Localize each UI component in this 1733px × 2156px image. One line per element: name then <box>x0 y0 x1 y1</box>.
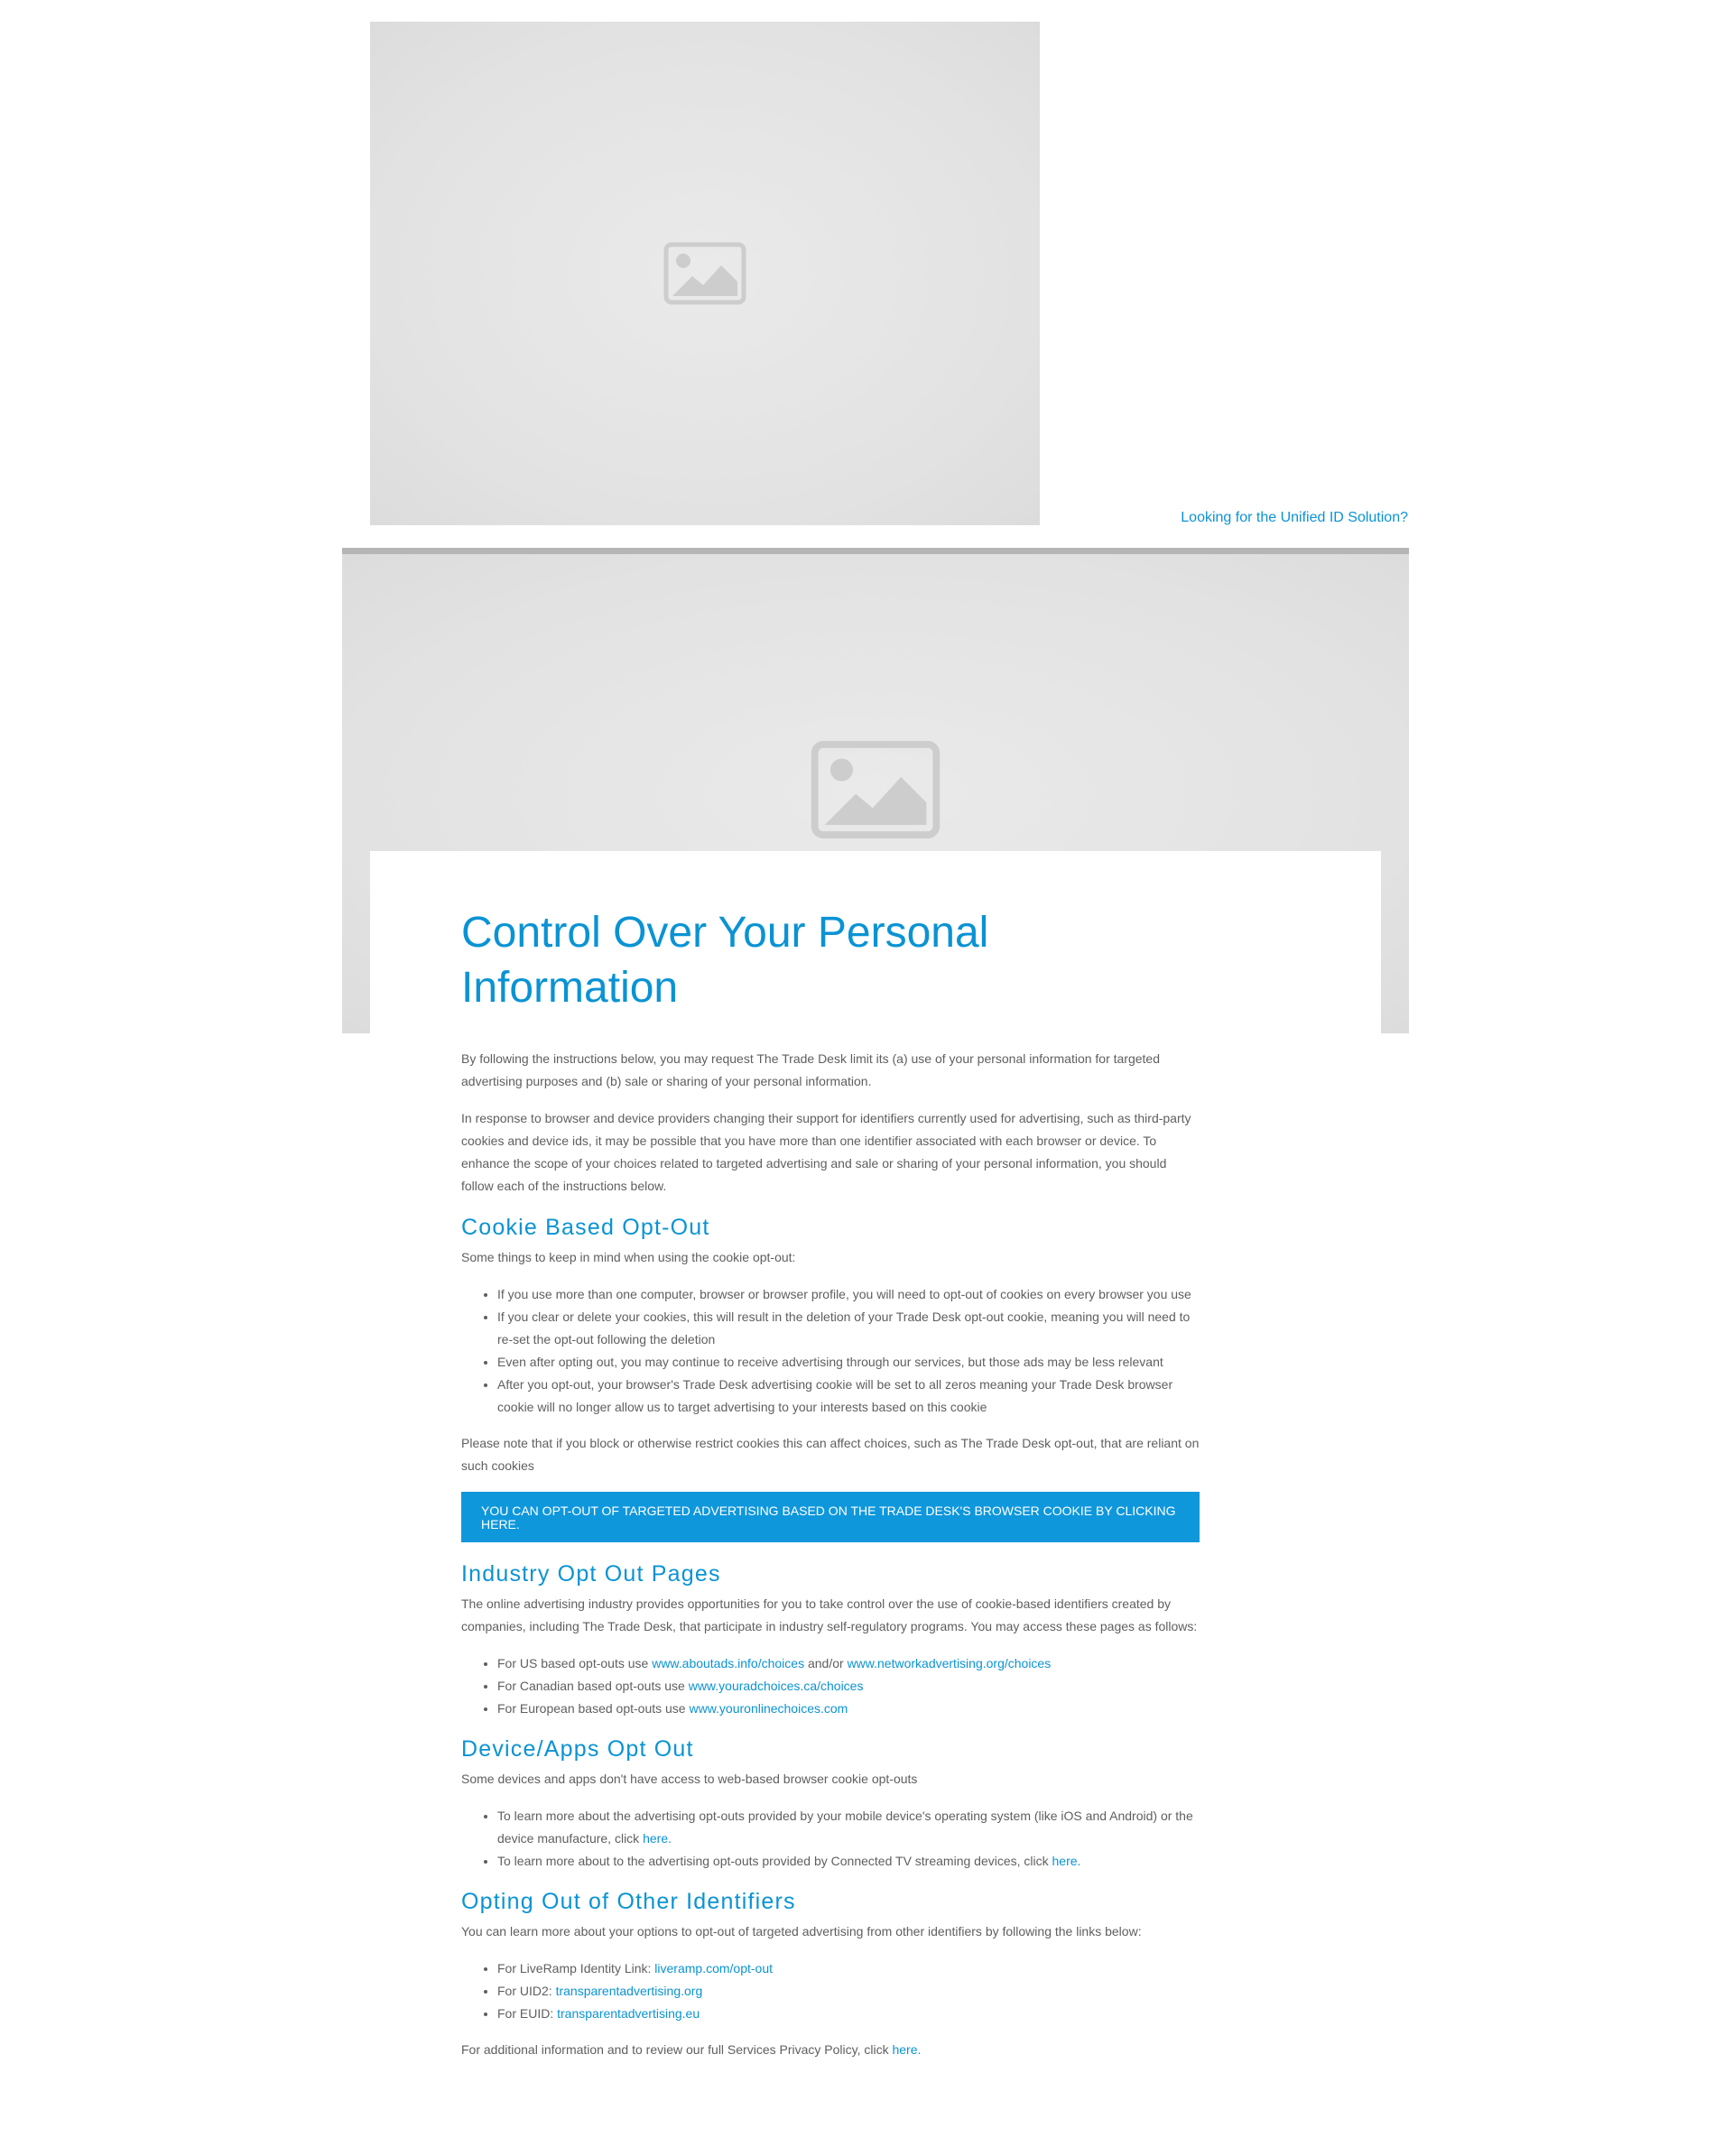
uid2-link[interactable]: transparentadvertising.org <box>556 1984 703 1998</box>
list-item-text: For European based opt-outs use <box>497 1701 690 1716</box>
device-lead: Some devices and apps don't have access … <box>461 1772 918 1786</box>
other-identifiers-list: For LiveRamp Identity Link: liveramp.com… <box>461 1957 1200 2025</box>
image-placeholder-icon <box>811 741 941 838</box>
header-image-placeholder <box>370 22 1040 525</box>
intro-paragraph-1: By following the instructions below, you… <box>461 1051 1160 1088</box>
list-item-text: To learn more about to the advertising o… <box>497 1854 1052 1868</box>
liveramp-link[interactable]: liveramp.com/opt-out <box>654 1961 773 1976</box>
list-item-text: For US based opt-outs use <box>497 1656 653 1670</box>
aboutads-link[interactable]: www.aboutads.info/choices <box>652 1656 804 1670</box>
cookie-lead: Some things to keep in mind when using t… <box>461 1250 796 1264</box>
other-identifiers-heading: Opting Out of Other Identifiers <box>461 1889 796 1914</box>
industry-opt-out-heading: Industry Opt Out Pages <box>461 1561 721 1587</box>
device-opt-out-heading: Device/Apps Opt Out <box>461 1736 694 1762</box>
cookie-opt-out-heading: Cookie Based Opt-Out <box>461 1215 710 1240</box>
cookie-list: If you use more than one computer, brows… <box>461 1283 1200 1419</box>
cookie-note: Please note that if you block or otherwi… <box>461 1436 1200 1473</box>
mobile-os-opt-out-link[interactable]: here. <box>643 1831 672 1846</box>
list-item: Even after opting out, you may continue … <box>497 1351 1200 1374</box>
unified-id-solution-link[interactable]: Looking for the Unified ID Solution? <box>1181 510 1408 526</box>
device-list: To learn more about the advertising opt-… <box>461 1805 1200 1873</box>
privacy-policy-link[interactable]: here. <box>892 2042 921 2057</box>
other-identifiers-lead: You can learn more about your options to… <box>461 1924 1142 1939</box>
page-title: Control Over Your Personal Information <box>461 909 989 1012</box>
industry-list: For US based opt-outs use www.aboutads.i… <box>461 1652 1200 1720</box>
list-item: For LiveRamp Identity Link: liveramp.com… <box>497 1957 1200 1980</box>
list-item: For Canadian based opt-outs use www.your… <box>497 1675 1200 1698</box>
hero-top-border <box>342 548 1409 554</box>
list-item: To learn more about to the advertising o… <box>497 1850 1200 1873</box>
ctv-opt-out-link[interactable]: here. <box>1052 1854 1081 1868</box>
list-item: For UID2: transparentadvertising.org <box>497 1980 1200 2003</box>
networkadvertising-link[interactable]: www.networkadvertising.org/choices <box>848 1656 1052 1670</box>
list-item-text: For LiveRamp Identity Link: <box>497 1961 655 1976</box>
youronlinechoices-link[interactable]: www.youronlinechoices.com <box>689 1701 848 1716</box>
footer-text: For additional information and to review… <box>461 2042 893 2057</box>
list-item: After you opt-out, your browser's Trade … <box>497 1374 1200 1419</box>
euid-link[interactable]: transparentadvertising.eu <box>557 2006 700 2021</box>
footer-note: For additional information and to review… <box>461 2039 1200 2061</box>
list-item: If you use more than one computer, brows… <box>497 1283 1200 1306</box>
list-item-text: and/or <box>804 1656 848 1670</box>
list-item-text: For UID2: <box>497 1984 556 1998</box>
list-item-text: To learn more about the advertising opt-… <box>497 1809 1193 1846</box>
list-item: For EUID: transparentadvertising.eu <box>497 2003 1200 2025</box>
list-item: If you clear or delete your cookies, thi… <box>497 1306 1200 1351</box>
main-content: Control Over Your Personal Information B… <box>461 905 1200 2076</box>
list-item-text: For EUID: <box>497 2006 558 2021</box>
list-item: For European based opt-outs use www.your… <box>497 1698 1200 1720</box>
youradchoices-link[interactable]: www.youradchoices.ca/choices <box>689 1679 864 1693</box>
list-item-text: For Canadian based opt-outs use <box>497 1679 689 1693</box>
image-placeholder-icon <box>663 242 746 305</box>
intro-paragraph-2: In response to browser and device provid… <box>461 1111 1191 1193</box>
list-item: To learn more about the advertising opt-… <box>497 1805 1200 1850</box>
cookie-opt-out-button[interactable]: YOU CAN OPT-OUT OF TARGETED ADVERTISING … <box>461 1492 1200 1542</box>
industry-lead: The online advertising industry provides… <box>461 1596 1198 1633</box>
list-item: For US based opt-outs use www.aboutads.i… <box>497 1652 1200 1675</box>
